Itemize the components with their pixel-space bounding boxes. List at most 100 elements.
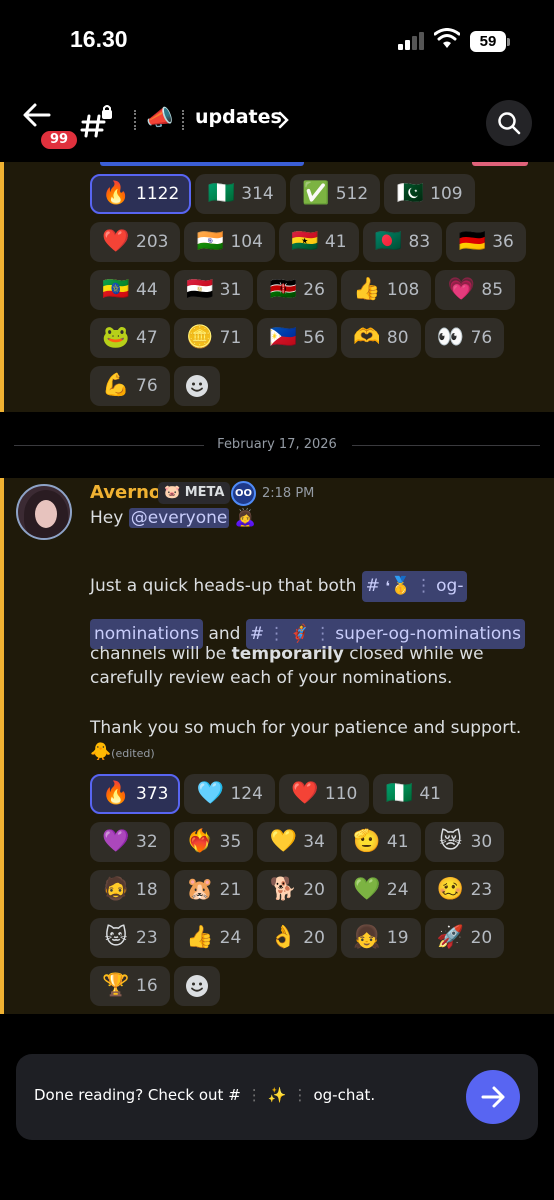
reaction-button[interactable]: 🫡 41 [340,822,421,862]
reaction-button[interactable]: 🇮🇳 104 [184,222,275,262]
reaction-emoji-icon: 🩵 [196,781,225,806]
reaction-emoji-icon: 🔥 [102,181,130,206]
reaction-emoji-icon: 🔥 [102,781,130,806]
previous-message: 🔥 1122 🇳🇬 314 ✅ 512 🇵🇰 109 ❤️ 203 🇮🇳 104 🇬🇭 41 🇧🇩 83 🇩🇪 3… [0,162,554,412]
add-reaction-button[interactable] [173,966,220,1006]
reaction-button[interactable]: 🐱 23 [90,918,170,958]
reaction-emoji-icon: 🫡 [353,829,381,854]
reaction-button[interactable]: 💛 34 [257,822,337,862]
reaction-button[interactable]: 💚 24 [340,870,421,910]
reaction-button[interactable]: 🇬🇭 41 [278,222,359,262]
channel-link-og-nominations[interactable]: # ❛🥇 ⋮ og- [361,571,468,602]
message-text: Just a quick heads-up that both [90,576,357,596]
reaction-button[interactable]: 🔥 373 [90,774,181,814]
channel-name: nominations [94,624,200,644]
message-paragraph: Thank you so much for your patience and … [90,716,540,766]
reaction-button[interactable]: 🇧🇩 83 [362,222,443,262]
reaction-count: 20 [303,928,325,948]
reaction-bar: 🔥 1122 🇳🇬 314 ✅ 512 🇵🇰 109 ❤️ 203 🇮🇳 104 🇬🇭 41 🇧🇩 83 🇩🇪 3… [90,174,530,406]
reaction-button[interactable]: 😿 30 [424,822,505,862]
reaction-count: 373 [136,784,169,804]
reaction-button[interactable]: ❤️ 110 [278,774,370,814]
reaction-emoji-icon: 🐹 [185,877,214,902]
reaction-emoji-icon: 👍 [185,925,214,950]
reaction-emoji-icon: 🪙 [185,325,214,350]
megaphone-icon: 📣 [146,106,174,131]
reaction-button[interactable]: ❤️ 203 [90,222,181,262]
hash-icon: # [365,576,381,596]
reaction-count: 104 [230,232,263,252]
reaction-button[interactable]: 💜 32 [90,822,170,862]
done-reading-text: Done reading? Check out # ⋮ ✨ ⋮ og-chat. [34,1086,376,1104]
message-text: channels will be [90,644,227,664]
reaction-emoji-icon: 🇬🇭 [291,229,319,254]
channel-link-og-chat[interactable]: og-chat. [313,1086,375,1104]
reaction-button[interactable]: ✅ 512 [289,174,381,214]
reaction-button[interactable]: 👌 20 [257,918,337,958]
done-reading-card[interactable]: Done reading? Check out # ⋮ ✨ ⋮ og-chat. [16,1054,538,1140]
reaction-button[interactable]: 🇪🇬 31 [173,270,254,310]
add-reaction-button[interactable] [173,366,220,406]
reaction-button[interactable]: 🇰🇪 26 [257,270,337,310]
reaction-count: 26 [303,280,325,300]
reaction-button[interactable]: 👍 108 [340,270,432,310]
reaction-emoji-icon: ❤️ [102,229,130,254]
signal-icon [398,30,428,50]
reaction-count: 31 [219,280,242,300]
reaction-emoji-icon: 🇳🇬 [207,181,235,206]
reaction-button[interactable]: 🚀 20 [424,918,505,958]
wifi-icon [433,28,461,54]
header-divider [134,110,136,130]
reaction-count: 44 [136,280,158,300]
reaction-button[interactable]: 🫶 80 [340,318,421,358]
author-name[interactable]: Averno [90,482,161,503]
reaction-button[interactable]: 🧔 18 [90,870,170,910]
reaction-count: 85 [481,280,504,300]
go-to-channel-button[interactable] [466,1070,520,1124]
reaction-button[interactable]: 🇵🇰 109 [384,174,475,214]
reaction-button[interactable]: 🔥 1122 [90,174,192,214]
reaction-button[interactable]: 🏆 16 [90,966,170,1006]
reaction-count: 21 [219,880,242,900]
battery-icon: 59 [470,31,506,52]
reaction-count: 110 [324,784,358,804]
reaction-emoji-icon: 👀 [436,325,465,350]
reaction-emoji-icon: 🇵🇭 [269,325,297,350]
reaction-emoji-icon: 🧔 [102,877,130,902]
mention-everyone[interactable]: @everyone [128,508,230,528]
reaction-button[interactable]: ❤️‍🔥 35 [173,822,254,862]
reaction-button[interactable]: 🐹 21 [173,870,254,910]
reaction-count: 71 [219,328,242,348]
avatar[interactable] [16,484,72,540]
reaction-button[interactable]: 🇪🇹 44 [90,270,170,310]
reaction-button[interactable]: 💗 85 [435,270,516,310]
reaction-button[interactable]: 💪 76 [90,366,170,406]
chevron-right-icon[interactable] [277,111,289,133]
reaction-button[interactable]: 🥴 23 [424,870,505,910]
channel-title[interactable]: updates [195,106,282,128]
superhero-icon: 🦸 [289,624,311,644]
reaction-button[interactable]: 🇩🇪 36 [446,222,526,262]
reaction-button[interactable]: 👍 24 [173,918,254,958]
reaction-emoji-icon: 🇰🇪 [269,277,297,302]
reaction-button[interactable]: 🇵🇭 56 [257,318,337,358]
reaction-button[interactable]: 👧 19 [340,918,421,958]
search-button[interactable] [486,100,532,146]
reaction-button[interactable]: 🐕 20 [257,870,337,910]
reaction-button[interactable]: 🩵 124 [184,774,275,814]
hash-icon: # [228,1086,241,1104]
reaction-count: 20 [470,928,493,948]
reaction-bar: 🔥 373 🩵 124 ❤️ 110 🇳🇬 41 💜 32 ❤️‍🔥 35 💛 34 🫡 41 😿 30 🧔 18 🐹 2… [90,774,530,1006]
role-tag[interactable]: 🐷 META [158,482,231,504]
reaction-emoji-icon: ❤️‍🔥 [185,829,214,854]
reaction-button[interactable]: 🐸 47 [90,318,170,358]
reaction-button[interactable]: 🇳🇬 314 [195,174,286,214]
message: Averno 🐷 META OO 2:18 PM Hey @everyone 🙇… [0,478,554,1014]
reaction-emoji-icon: 👧 [353,925,381,950]
reaction-emoji-icon: ❤️ [291,781,319,806]
reaction-count: 56 [303,328,325,348]
reaction-button[interactable]: 👀 76 [424,318,505,358]
message-paragraph: channels will be temporarily closed whil… [90,642,520,690]
reaction-button[interactable]: 🪙 71 [173,318,254,358]
reaction-button[interactable]: 🇳🇬 41 [373,774,453,814]
